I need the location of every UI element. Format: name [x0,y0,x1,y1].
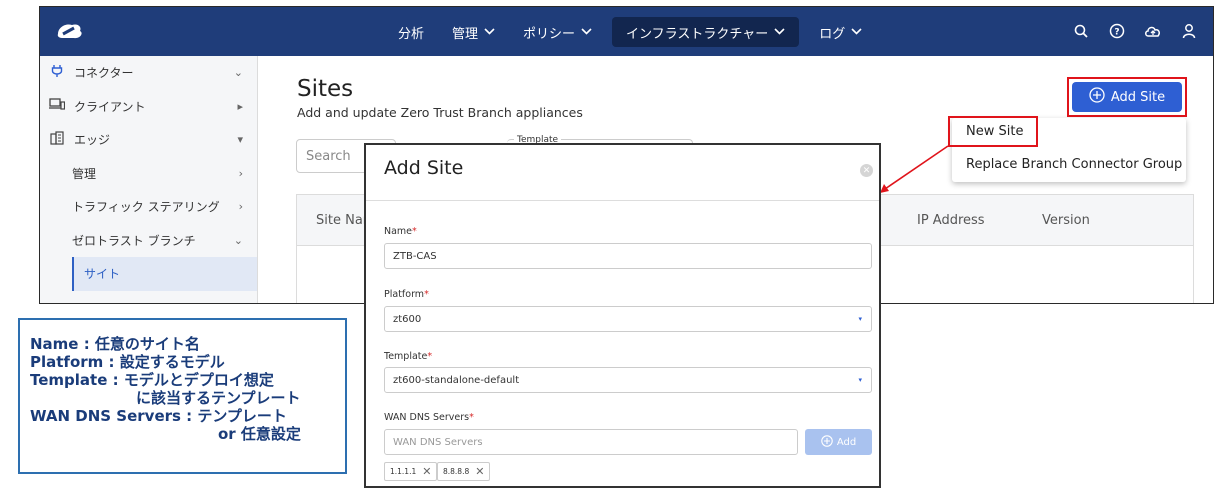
search-placeholder: Search [306,148,351,164]
page-subtitle: Add and update Zero Trust Branch applian… [297,105,583,120]
nav-administration[interactable]: 管理 [438,17,509,47]
field-placeholder: WAN DNS Servers [393,436,483,448]
dropdown-arrow-icon: ▾ [858,315,862,323]
field-value: ZTB-CAS [393,250,437,262]
field-value: zt600-standalone-default [393,374,520,386]
sidebar-item-label: クライアント [74,99,146,114]
template-select[interactable]: zt600-standalone-default ▾ [384,367,872,393]
sidebar-item-administration[interactable]: 管理 › [40,157,257,191]
plus-circle-icon [821,434,833,450]
sidebar-item-label: トラフィック ステアリング [72,200,220,215]
sidebar-item-traffic-steering[interactable]: トラフィック ステアリング › [40,190,257,224]
dns-tag: 1.1.1.1 ✕ [384,462,438,481]
dns-servers-input[interactable]: WAN DNS Servers [384,429,798,455]
page-title: Sites [297,76,354,102]
sidebar-item-clients[interactable]: クライアント ▸ [40,90,257,124]
tag-label: 8.8.8.8 [443,467,470,476]
chevron-down-icon [484,27,495,38]
sidebar-item-label: エッジ [74,133,111,148]
sidebar-item-sites[interactable]: サイト [72,257,257,291]
sidebar-item-label: サイト [84,267,121,282]
modal-title: Add Site [384,157,464,179]
platform-label: Platform* [384,289,429,300]
nav-label: 管理 [452,26,479,42]
chevron-right-icon: › [238,200,243,214]
sidebar-item-label: ゼロトラスト ブランチ [72,233,196,248]
close-icon[interactable]: ✕ [860,164,873,177]
user-icon[interactable] [1179,20,1199,42]
name-field[interactable]: ZTB-CAS [384,243,872,269]
sidebar: コネクター ⌄ クライアント ▸ エッジ ▾ 管理 › トラフィック ステアリン… [40,56,258,303]
template-label: Template* [384,351,432,362]
chevron-down-icon [851,27,862,38]
nav-infrastructure[interactable]: インフラストラクチャー [612,17,800,47]
dropdown-arrow-icon: ▾ [858,376,862,384]
chevron-down-icon: ⌄ [233,66,243,80]
search-icon[interactable] [1071,20,1091,42]
chevron-right-icon: › [238,166,243,180]
caret-right-icon: ▸ [237,99,243,113]
chevron-down-icon [774,27,785,38]
help-icon[interactable]: ? [1107,20,1127,42]
label-text: Name [384,226,413,237]
sidebar-item-label: コネクター [74,66,134,81]
label-text: Platform [384,289,425,300]
sidebar-item-label: 管理 [72,166,97,181]
dns-label: WAN DNS Servers* [384,412,474,423]
chevron-down-icon: ⌄ [233,233,243,247]
highlight-frame [948,116,1038,147]
nav-logs[interactable]: ログ [805,17,876,47]
cloud-upload-icon[interactable] [1143,20,1163,42]
label-text: WAN DNS Servers [384,412,470,423]
sidebar-item-zero-trust-branch[interactable]: ゼロトラスト ブランチ ⌄ [40,224,257,258]
annotation-line: or 任意設定 [218,425,301,443]
modal-header: Add Site ✕ [366,145,879,201]
menu-item-replace-branch-connector-group[interactable]: Replace Branch Connector Group [966,157,1182,172]
devices-icon [48,98,66,114]
required-mark: * [427,351,433,362]
chevron-down-icon [581,27,592,38]
tag-label: 1.1.1.1 [390,467,417,476]
column-header[interactable]: Version [1042,213,1090,228]
name-label: Name* [384,226,417,237]
main-nav: 分析 管理 ポリシー インフラストラクチャー ログ [384,17,876,47]
top-navigation-bar: 分析 管理 ポリシー インフラストラクチャー ログ ? [40,7,1213,56]
nav-label: インフラストラクチャー [626,26,769,42]
highlight-frame [1067,77,1187,117]
dns-tag: 8.8.8.8 ✕ [437,462,491,481]
required-mark: * [412,226,417,237]
zscaler-logo-icon[interactable] [54,19,84,43]
add-site-modal: Add Site ✕ Name* ZTB-CAS Platform* zt600… [364,143,881,488]
add-dns-button[interactable]: Add [805,429,872,455]
building-icon [48,131,66,149]
nav-label: 分析 [398,26,425,42]
nav-label: ポリシー [523,26,576,42]
column-header[interactable]: Site Nar [316,213,368,228]
column-header[interactable]: IP Address [917,213,985,228]
caret-down-icon: ▾ [237,133,243,147]
top-icons: ? [1071,20,1199,42]
nav-label: ログ [819,26,846,42]
add-dns-label: Add [836,436,857,448]
required-mark: * [424,289,429,300]
svg-text:?: ? [1114,28,1119,38]
annotation-box: Name : 任意のサイト名 Platform : 設定するモデル Templa… [18,318,347,474]
plug-icon [48,64,66,82]
sidebar-item-edge[interactable]: エッジ ▾ [40,123,257,157]
nav-analytics[interactable]: 分析 [384,17,438,47]
sidebar-item-connectors[interactable]: コネクター ⌄ [40,56,257,90]
platform-select[interactable]: zt600 ▾ [384,306,872,332]
remove-tag-icon[interactable]: ✕ [475,465,484,478]
nav-policy[interactable]: ポリシー [509,17,606,47]
required-mark: * [469,412,474,423]
field-value: zt600 [393,313,422,325]
remove-tag-icon[interactable]: ✕ [422,465,431,478]
label-text: Template [384,351,428,362]
